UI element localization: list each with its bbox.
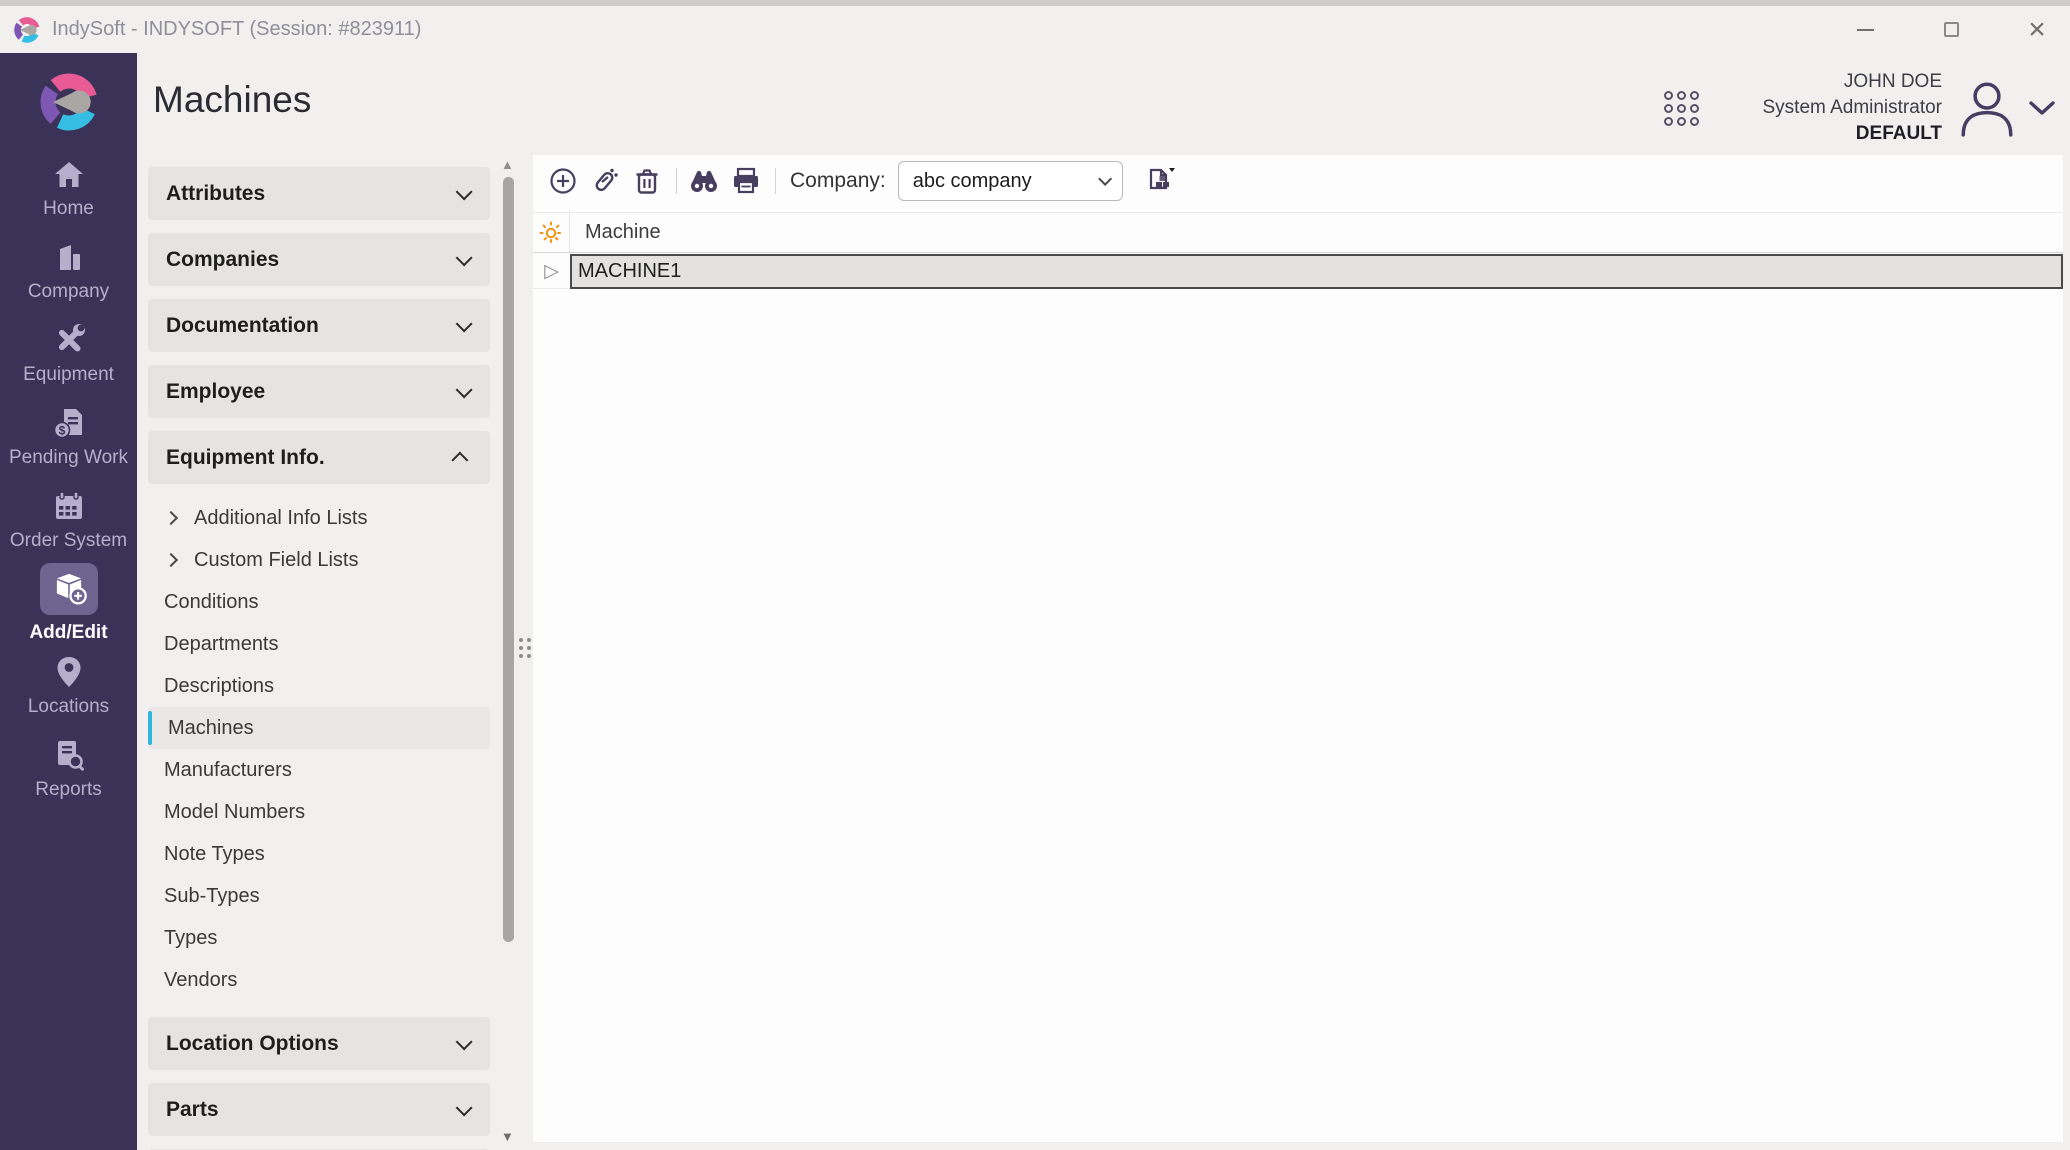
sidebar-item-locations[interactable]: Locations xyxy=(0,645,137,728)
print-button[interactable] xyxy=(729,164,763,198)
brand-logo-icon xyxy=(40,73,98,131)
item-types[interactable]: Types xyxy=(148,917,490,959)
section-parts[interactable]: Parts xyxy=(148,1083,490,1136)
edit-wand-icon xyxy=(590,166,620,196)
chevron-right-icon xyxy=(164,553,178,567)
chevron-down-icon xyxy=(456,249,473,266)
chevron-up-icon xyxy=(451,451,468,468)
splitter-grip-icon xyxy=(519,638,531,658)
trash-icon xyxy=(633,167,661,195)
binoculars-icon xyxy=(689,168,719,194)
user-profile: DEFAULT xyxy=(1763,121,1943,147)
section-location-options[interactable]: Location Options xyxy=(148,1017,490,1070)
sidebar-item-pending-work[interactable]: $ Pending Work xyxy=(0,396,137,479)
window-titlebar[interactable]: IndySoft - INDYSOFT (Session: #823911) × xyxy=(0,6,2070,53)
page-header: Machines JOHN DOE System Administrator D… xyxy=(137,53,2070,155)
options-panel: Attributes Companies Documentation Emplo… xyxy=(137,155,500,1150)
delete-button[interactable] xyxy=(630,164,664,198)
window-title: IndySoft - INDYSOFT (Session: #823911) xyxy=(52,18,421,41)
tools-icon xyxy=(47,323,91,357)
main-content: Company: abc company xyxy=(533,155,2063,1142)
table-row: ▷ MACHINE1 xyxy=(533,254,2063,289)
invoice-dollar-icon: $ xyxy=(47,406,91,440)
avatar-icon[interactable] xyxy=(1956,79,2018,137)
grid-customize-button[interactable] xyxy=(533,213,570,252)
chevron-down-icon xyxy=(456,1099,473,1116)
export-button[interactable] xyxy=(1141,161,1181,201)
item-conditions[interactable]: Conditions xyxy=(148,581,490,623)
grid-toolbar: Company: abc company xyxy=(533,155,2063,207)
sidebar-item-equipment[interactable]: Equipment xyxy=(0,313,137,396)
scroll-down-arrow[interactable]: ▼ xyxy=(501,1129,514,1144)
grid-header-row: Machine xyxy=(533,212,2063,253)
building-icon xyxy=(47,240,91,274)
export-icon xyxy=(1142,162,1180,200)
toolbar-separator xyxy=(676,168,677,194)
svg-text:$: $ xyxy=(58,424,65,438)
chevron-right-icon xyxy=(164,511,178,525)
section-equipment-info[interactable]: Equipment Info. xyxy=(148,431,490,484)
user-role: System Administrator xyxy=(1763,95,1943,121)
item-additional-info-lists[interactable]: Additional Info Lists xyxy=(148,497,490,539)
chevron-down-icon xyxy=(456,315,473,332)
add-button[interactable] xyxy=(546,164,580,198)
section-documentation[interactable]: Documentation xyxy=(148,299,490,352)
user-name: JOHN DOE xyxy=(1763,69,1943,95)
edit-button[interactable] xyxy=(588,164,622,198)
app-logo-icon xyxy=(14,17,40,43)
calendar-icon xyxy=(47,489,91,523)
section-companies[interactable]: Companies xyxy=(148,233,490,286)
column-header-machine[interactable]: Machine xyxy=(570,213,661,252)
minimize-button[interactable] xyxy=(1850,15,1880,45)
add-edit-box-icon xyxy=(40,563,98,615)
scroll-up-arrow[interactable]: ▲ xyxy=(501,157,514,172)
sidebar-item-company[interactable]: Company xyxy=(0,230,137,313)
panel-splitter[interactable] xyxy=(516,155,533,1150)
sidebar-item-add-edit[interactable]: Add/Edit xyxy=(0,562,137,645)
item-manufacturers[interactable]: Manufacturers xyxy=(148,749,490,791)
sidebar-item-home[interactable]: Home xyxy=(0,147,137,230)
chevron-down-icon xyxy=(456,381,473,398)
company-filter-label: Company: xyxy=(790,169,886,193)
user-menu-chevron-icon[interactable] xyxy=(2028,99,2056,117)
item-custom-field-lists[interactable]: Custom Field Lists xyxy=(148,539,490,581)
page-title: Machines xyxy=(153,79,311,121)
report-search-icon xyxy=(47,738,91,772)
chevron-down-icon xyxy=(456,1033,473,1050)
item-sub-types[interactable]: Sub-Types xyxy=(148,875,490,917)
chevron-down-icon xyxy=(456,183,473,200)
close-button[interactable]: × xyxy=(2022,15,2052,45)
chevron-down-icon xyxy=(1098,172,1112,186)
item-machines[interactable]: Machines xyxy=(148,707,490,749)
find-button[interactable] xyxy=(687,164,721,198)
expand-triangle-icon: ▷ xyxy=(544,260,559,283)
item-descriptions[interactable]: Descriptions xyxy=(148,665,490,707)
scrollbar-thumb[interactable] xyxy=(503,177,514,942)
sidebar-item-reports[interactable]: Reports xyxy=(0,728,137,811)
user-info: JOHN DOE System Administrator DEFAULT xyxy=(1763,69,1943,147)
section-attributes[interactable]: Attributes xyxy=(148,167,490,220)
item-model-numbers[interactable]: Model Numbers xyxy=(148,791,490,833)
item-vendors[interactable]: Vendors xyxy=(148,959,490,1001)
row-expand-button[interactable]: ▷ xyxy=(533,254,570,289)
sun-icon xyxy=(539,221,563,245)
company-dropdown[interactable]: abc company xyxy=(898,161,1123,201)
company-dropdown-value: abc company xyxy=(913,170,1032,193)
maximize-button[interactable] xyxy=(1936,15,1966,45)
home-icon xyxy=(47,157,91,191)
sidebar: Home Company Equipment xyxy=(0,53,137,1150)
printer-icon xyxy=(731,167,761,195)
machine-cell[interactable]: MACHINE1 xyxy=(570,254,2063,289)
item-note-types[interactable]: Note Types xyxy=(148,833,490,875)
panel-scrollbar[interactable]: ▲ ▼ xyxy=(500,155,516,1150)
equipment-info-list: Additional Info Lists Custom Field Lists… xyxy=(148,497,490,1001)
toolbar-separator xyxy=(775,168,776,194)
item-departments[interactable]: Departments xyxy=(148,623,490,665)
add-circle-icon xyxy=(549,167,577,195)
section-employee[interactable]: Employee xyxy=(148,365,490,418)
map-pin-icon xyxy=(47,655,91,689)
apps-grid-icon[interactable] xyxy=(1664,91,1699,126)
sidebar-item-order-system[interactable]: Order System xyxy=(0,479,137,562)
